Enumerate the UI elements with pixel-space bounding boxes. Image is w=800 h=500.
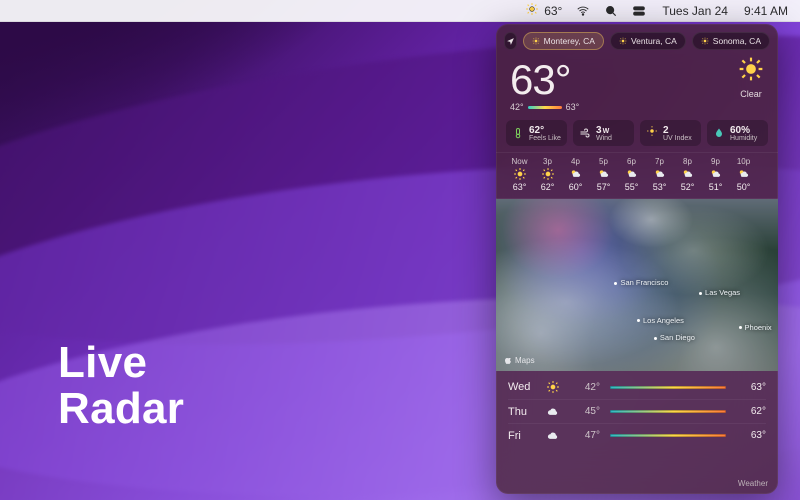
hour-temp: 55° xyxy=(618,182,645,192)
hour-icon xyxy=(702,167,729,181)
hour-icon xyxy=(562,167,589,181)
hour-icon xyxy=(534,167,561,181)
hour-label: 6p xyxy=(618,157,645,166)
radar-map[interactable]: San Francisco Las Vegas Los Angeles San Die… xyxy=(496,199,778,371)
day-hi: 62° xyxy=(736,406,766,417)
hourly-forecast[interactable]: Now 63°3p 62°4p 60°5p 57°6p 55°7p 53°8p … xyxy=(496,152,778,199)
day-name: Fri xyxy=(508,430,536,442)
hour-temp: 57° xyxy=(590,182,617,192)
menubar-date[interactable]: Tues Jan 24 xyxy=(660,4,728,18)
day-range-bar xyxy=(610,434,726,437)
location-arrow-icon[interactable] xyxy=(504,32,517,50)
hero-line-2: Radar xyxy=(58,386,184,432)
hour-temp: 52° xyxy=(674,182,701,192)
location-bar: Monterey, CA Ventura, CA Sonoma, CA xyxy=(496,24,778,50)
day-lo: 45° xyxy=(574,406,600,417)
map-city-label: San Francisco xyxy=(614,278,668,287)
location-label: Sonoma, CA xyxy=(713,36,761,46)
current-temp: 63° xyxy=(510,56,579,104)
hour-label: 10p xyxy=(730,157,757,166)
map-city-label: Phoenix xyxy=(739,323,772,332)
hour-cell-0[interactable]: Now 63° xyxy=(506,157,533,192)
hour-cell-3[interactable]: 5p 57° xyxy=(590,157,617,192)
current-hi: 63° xyxy=(566,102,580,112)
day-icon xyxy=(546,380,564,394)
hour-label: 7p xyxy=(646,157,673,166)
hero-line-1: Live xyxy=(58,340,184,386)
location-pill-2[interactable]: Sonoma, CA xyxy=(692,32,770,50)
hour-label: 9p xyxy=(702,157,729,166)
stat-uv[interactable]: 2UV Index xyxy=(640,120,701,146)
day-lo: 42° xyxy=(574,382,600,393)
day-name: Thu xyxy=(508,406,536,418)
daily-forecast: Wed 42° 63°Thu 45° 62°Fri 47° 63° xyxy=(496,371,778,451)
weather-panel: Monterey, CA Ventura, CA Sonoma, CA 63° 42… xyxy=(496,24,778,494)
menubar-time[interactable]: 9:41 AM xyxy=(742,4,788,18)
hour-cell-1[interactable]: 3p 62° xyxy=(534,157,561,192)
wifi-icon[interactable] xyxy=(576,4,590,18)
stat-feels-like[interactable]: 62°Feels Like xyxy=(506,120,567,146)
hour-icon xyxy=(590,167,617,181)
hour-temp: 60° xyxy=(562,182,589,192)
hour-icon xyxy=(646,167,673,181)
hour-label: 4p xyxy=(562,157,589,166)
hour-label: 3p xyxy=(534,157,561,166)
hour-icon xyxy=(730,167,757,181)
hero-title: Live Radar xyxy=(58,340,184,432)
day-row-1[interactable]: Thu 45° 62° xyxy=(508,399,766,423)
stat-humidity[interactable]: 60%Humidity xyxy=(707,120,768,146)
apple-maps-badge: Maps xyxy=(504,356,535,365)
location-label: Ventura, CA xyxy=(631,36,677,46)
panel-attribution: Weather xyxy=(496,479,778,494)
day-name: Wed xyxy=(508,381,536,393)
stat-wind[interactable]: 3WWind xyxy=(573,120,634,146)
day-icon xyxy=(546,405,564,419)
current-conditions: 63° 42° 63° Clear xyxy=(496,50,778,116)
map-city-label: Las Vegas xyxy=(699,288,740,297)
hour-temp: 62° xyxy=(534,182,561,192)
day-row-2[interactable]: Fri 47° 63° xyxy=(508,423,766,447)
hour-label: 8p xyxy=(674,157,701,166)
hour-label: Now xyxy=(506,157,533,166)
current-lo: 42° xyxy=(510,102,524,112)
hour-cell-6[interactable]: 8p 52° xyxy=(674,157,701,192)
hour-cell-2[interactable]: 4p 60° xyxy=(562,157,589,192)
hour-icon xyxy=(618,167,645,181)
temp-range-bar xyxy=(528,106,562,109)
hour-icon xyxy=(506,167,533,181)
system-menubar: 63° Tues Jan 24 9:41 AM xyxy=(0,0,800,22)
control-center-icon[interactable] xyxy=(632,4,646,18)
sun-icon xyxy=(525,2,539,19)
hour-temp: 53° xyxy=(646,182,673,192)
hour-icon xyxy=(674,167,701,181)
map-city-label: San Diego xyxy=(654,333,695,342)
hour-cell-4[interactable]: 6p 55° xyxy=(618,157,645,192)
day-range-bar xyxy=(610,386,726,389)
hour-temp: 51° xyxy=(702,182,729,192)
menubar-weather[interactable]: 63° xyxy=(525,2,562,19)
day-lo: 47° xyxy=(574,430,600,441)
stats-row: 62°Feels Like 3WWind 2UV Index 60%Humidi… xyxy=(496,116,778,152)
map-city-label: Los Angeles xyxy=(637,316,684,325)
day-hi: 63° xyxy=(736,430,766,441)
day-icon xyxy=(546,429,564,443)
location-label: Monterey, CA xyxy=(544,36,595,46)
hour-temp: 63° xyxy=(506,182,533,192)
hour-cell-5[interactable]: 7p 53° xyxy=(646,157,673,192)
day-hi: 63° xyxy=(736,382,766,393)
location-pill-1[interactable]: Ventura, CA xyxy=(610,32,686,50)
hour-label: 5p xyxy=(590,157,617,166)
location-pill-0[interactable]: Monterey, CA xyxy=(523,32,604,50)
hour-cell-7[interactable]: 9p 51° xyxy=(702,157,729,192)
hour-cell-8[interactable]: 10p 50° xyxy=(730,157,757,192)
current-condition-label: Clear xyxy=(738,89,764,99)
current-condition-icon xyxy=(738,69,764,86)
menubar-temp: 63° xyxy=(544,4,562,18)
day-row-0[interactable]: Wed 42° 63° xyxy=(508,375,766,399)
day-range-bar xyxy=(610,410,726,413)
spotlight-icon[interactable] xyxy=(604,4,618,18)
hour-temp: 50° xyxy=(730,182,757,192)
